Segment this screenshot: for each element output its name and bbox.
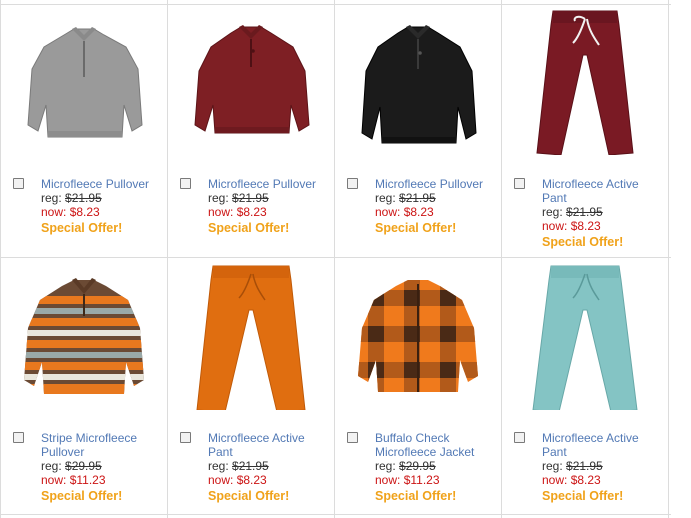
special-offer-link[interactable]: Special Offer!: [375, 489, 497, 503]
product-info: Microfleece Active Pant reg: $21.95 now:…: [542, 431, 664, 503]
compare-checkbox[interactable]: [347, 178, 358, 189]
product-card: Microfleece Active Pant reg: $21.95 now:…: [501, 258, 668, 513]
sale-price: now: $8.23: [208, 205, 330, 219]
product-info: Buffalo Check Microfleece Jacket reg: $2…: [375, 431, 497, 503]
special-offer-link[interactable]: Special Offer!: [542, 235, 664, 249]
product-card: Microfleece Active Pant reg: $21.95 now:…: [167, 258, 334, 513]
compare-checkbox[interactable]: [347, 432, 358, 443]
sale-price: now: $8.23: [542, 219, 664, 233]
gray-pullover-icon[interactable]: [14, 7, 154, 157]
now-price-value: $8.23: [570, 219, 601, 233]
special-offer-link[interactable]: Special Offer!: [375, 221, 497, 235]
compare-checkbox[interactable]: [13, 178, 24, 189]
reg-price-value: $21.95: [65, 191, 102, 205]
maroon-pants-icon[interactable]: [515, 5, 655, 155]
now-price-value: $8.23: [69, 205, 100, 219]
sale-price: now: $11.23: [41, 473, 163, 487]
product-name-link[interactable]: Stripe Microfleece Pullover: [41, 431, 163, 459]
row-divider: [0, 514, 671, 515]
now-price-value: $8.23: [236, 205, 267, 219]
sale-price: now: $11.23: [375, 473, 497, 487]
reg-price-value: $29.95: [65, 459, 102, 473]
product-name-link[interactable]: Microfleece Pullover: [41, 177, 163, 191]
product-card: Stripe Microfleece Pullover reg: $29.95 …: [0, 258, 167, 513]
maroon-pullover-icon[interactable]: [181, 7, 321, 157]
product-name-link[interactable]: Microfleece Active Pant: [208, 431, 330, 459]
reg-label: reg:: [208, 191, 229, 205]
reg-price-value: $21.95: [232, 459, 269, 473]
product-card: Microfleece Active Pant reg: $21.95 now:…: [501, 5, 668, 260]
reg-label: reg:: [41, 459, 62, 473]
reg-price-value: $21.95: [399, 191, 436, 205]
product-name-link[interactable]: Buffalo Check Microfleece Jacket: [375, 431, 497, 459]
regular-price: reg: $29.95: [41, 459, 163, 473]
compare-checkbox[interactable]: [514, 432, 525, 443]
reg-label: reg:: [542, 459, 563, 473]
regular-price: reg: $21.95: [375, 191, 497, 205]
product-info: Microfleece Active Pant reg: $21.95 now:…: [208, 431, 330, 503]
black-pullover-icon[interactable]: [348, 7, 488, 157]
now-label: now:: [208, 473, 234, 487]
aqua-pants-icon[interactable]: [515, 260, 655, 410]
product-info: Microfleece Pullover reg: $21.95 now: $8…: [208, 177, 330, 235]
sale-price: now: $8.23: [542, 473, 664, 487]
sale-price: now: $8.23: [375, 205, 497, 219]
reg-label: reg:: [375, 459, 396, 473]
product-name-link[interactable]: Microfleece Active Pant: [542, 177, 664, 205]
product-name-link[interactable]: Microfleece Pullover: [208, 177, 330, 191]
product-card: Microfleece Pullover reg: $21.95 now: $8…: [167, 5, 334, 260]
orange-pants-icon[interactable]: [181, 260, 321, 410]
buffalo-check-jacket-icon[interactable]: [348, 270, 488, 420]
striped-pullover-icon[interactable]: [14, 268, 154, 418]
product-card: Buffalo Check Microfleece Jacket reg: $2…: [334, 258, 501, 513]
special-offer-link[interactable]: Special Offer!: [542, 489, 664, 503]
now-label: now:: [208, 205, 234, 219]
now-label: now:: [41, 205, 67, 219]
regular-price: reg: $21.95: [208, 459, 330, 473]
regular-price: reg: $21.95: [208, 191, 330, 205]
special-offer-link[interactable]: Special Offer!: [41, 489, 163, 503]
now-label: now:: [375, 205, 401, 219]
now-price-value: $11.23: [403, 473, 440, 487]
now-price-value: $11.23: [69, 473, 106, 487]
compare-checkbox[interactable]: [514, 178, 525, 189]
regular-price: reg: $29.95: [375, 459, 497, 473]
reg-label: reg:: [375, 191, 396, 205]
product-card: Microfleece Pullover reg: $21.95 now: $8…: [334, 5, 501, 260]
product-grid: Microfleece Pullover reg: $21.95 now: $8…: [0, 0, 691, 518]
now-label: now:: [41, 473, 67, 487]
product-card: Microfleece Pullover reg: $21.95 now: $8…: [0, 5, 167, 260]
now-label: now:: [375, 473, 401, 487]
now-label: now:: [542, 473, 568, 487]
regular-price: reg: $21.95: [542, 459, 664, 473]
reg-label: reg:: [542, 205, 563, 219]
regular-price: reg: $21.95: [542, 205, 664, 219]
special-offer-link[interactable]: Special Offer!: [41, 221, 163, 235]
product-info: Microfleece Pullover reg: $21.95 now: $8…: [375, 177, 497, 235]
special-offer-link[interactable]: Special Offer!: [208, 221, 330, 235]
compare-checkbox[interactable]: [13, 432, 24, 443]
reg-price-value: $21.95: [566, 205, 603, 219]
reg-label: reg:: [41, 191, 62, 205]
special-offer-link[interactable]: Special Offer!: [208, 489, 330, 503]
product-name-link[interactable]: Microfleece Active Pant: [542, 431, 664, 459]
compare-checkbox[interactable]: [180, 178, 191, 189]
regular-price: reg: $21.95: [41, 191, 163, 205]
reg-label: reg:: [208, 459, 229, 473]
product-info: Microfleece Pullover reg: $21.95 now: $8…: [41, 177, 163, 235]
now-price-value: $8.23: [236, 473, 267, 487]
now-label: now:: [542, 219, 568, 233]
reg-price-value: $29.95: [399, 459, 436, 473]
reg-price-value: $21.95: [232, 191, 269, 205]
column-divider: [668, 0, 669, 518]
now-price-value: $8.23: [570, 473, 601, 487]
now-price-value: $8.23: [403, 205, 434, 219]
reg-price-value: $21.95: [566, 459, 603, 473]
compare-checkbox[interactable]: [180, 432, 191, 443]
product-info: Microfleece Active Pant reg: $21.95 now:…: [542, 177, 664, 249]
sale-price: now: $8.23: [208, 473, 330, 487]
product-info: Stripe Microfleece Pullover reg: $29.95 …: [41, 431, 163, 503]
sale-price: now: $8.23: [41, 205, 163, 219]
product-name-link[interactable]: Microfleece Pullover: [375, 177, 497, 191]
